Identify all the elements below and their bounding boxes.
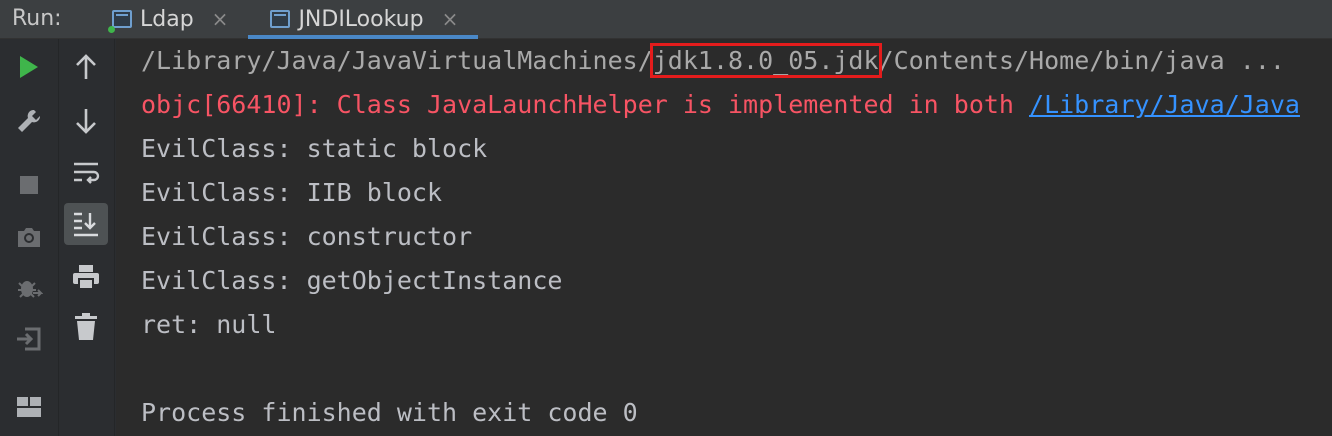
application-icon (108, 10, 132, 33)
login-icon[interactable] (11, 321, 47, 357)
layout-icon[interactable] (11, 389, 47, 425)
running-dot-icon (108, 26, 115, 33)
error-line: objc[66410]: Class JavaLaunchHelper is i… (141, 90, 1300, 120)
close-icon[interactable]: × (442, 9, 459, 29)
error-text: objc[66410]: Class JavaLaunchHelper is i… (141, 90, 1030, 119)
run-toolbar (0, 39, 59, 436)
jdk-version-highlight: jdk1.8.0_05.jdk (649, 43, 882, 78)
command-suffix: /Contents/Home/bin/java ... (878, 46, 1285, 75)
output-line: EvilClass: static block (141, 134, 488, 163)
debug-icon[interactable] (11, 271, 47, 307)
soft-wrap-icon[interactable] (68, 155, 104, 191)
arrow-up-icon[interactable] (68, 49, 104, 85)
print-icon[interactable] (68, 259, 104, 295)
run-tab-bar: Run: Ldap × JNDILookup × (0, 0, 1332, 39)
output-line: EvilClass: getObjectInstance (141, 266, 563, 295)
scroll-to-end-icon[interactable] (64, 203, 108, 245)
close-icon[interactable]: × (212, 9, 229, 29)
tab-label: Ldap (140, 6, 194, 32)
run-icon[interactable] (11, 49, 47, 85)
tab-jndilookup[interactable]: JNDILookup × (248, 0, 479, 39)
command-prefix: /Library/Java/JavaVirtualMachines/ (141, 46, 653, 75)
tab-label: JNDILookup (298, 6, 424, 32)
console-toolbar (59, 39, 115, 436)
application-icon (270, 10, 291, 28)
command-line: /Library/Java/JavaVirtualMachines/jdk1.8… (141, 43, 1285, 78)
output-line: ret: null (141, 310, 277, 339)
tab-ldap[interactable]: Ldap × (90, 0, 248, 38)
arrow-down-icon[interactable] (68, 103, 104, 139)
camera-icon[interactable] (11, 219, 47, 255)
console-output[interactable]: /Library/Java/JavaVirtualMachines/jdk1.8… (116, 39, 1332, 436)
output-line: EvilClass: constructor (141, 222, 473, 251)
error-path-link[interactable]: /Library/Java/Java (1029, 90, 1300, 119)
stop-icon[interactable] (11, 167, 47, 203)
wrench-icon[interactable] (11, 103, 47, 139)
output-line: EvilClass: IIB block (141, 178, 443, 207)
exit-code-line: Process finished with exit code 0 (141, 398, 638, 427)
run-label: Run: (12, 6, 62, 31)
trash-icon[interactable] (68, 309, 104, 345)
